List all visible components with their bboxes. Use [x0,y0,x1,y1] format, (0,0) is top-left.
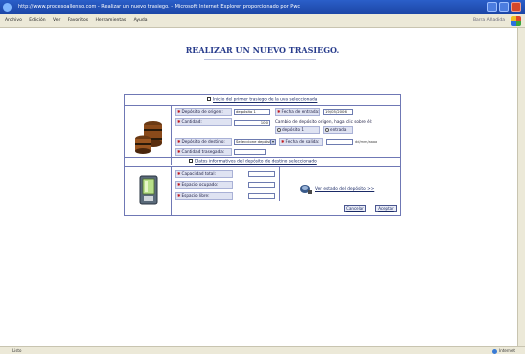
entry-date-field[interactable]: 19/05/2006 [323,109,353,115]
menu-ver[interactable]: Ver [50,14,63,28]
window-title: http://www.procesoallenso.com - Realizar… [18,4,301,10]
divider [171,105,172,165]
destination-label-text: Depósito de destino: [181,139,225,144]
tank-state-link[interactable]: Ver estado del depósito >> [315,187,374,192]
divider [125,105,400,106]
accept-button[interactable]: Aceptar [375,205,397,212]
exit-date-field[interactable] [326,139,353,145]
radio-origin-label: depósito 1 [282,127,304,132]
destination-tank-value: Seleccione depósito [236,139,274,144]
window-titlebar: http://www.procesoallenso.com - Realizar… [0,0,525,14]
transfer-form: Inicio del primer trasiego de la uva sel… [124,94,401,216]
menu-herramientas[interactable]: Herramientas [93,14,130,28]
occupied-field[interactable] [248,182,275,188]
quantity-value: 100 [260,120,268,125]
barrels-image [135,121,162,154]
internet-explorer-icon [3,3,12,12]
close-button[interactable] [511,2,521,12]
destination-label: ✱Depósito de destino: [177,139,225,144]
origin-tank-select[interactable]: depósito 1 [234,109,270,115]
divider [279,166,280,201]
page-title: REALIZAR UN NUEVO TRASIEGO. [185,45,340,55]
quantity-field[interactable]: 100 [234,120,270,126]
menu-ayuda[interactable]: Ayuda [131,14,151,28]
destination-info-link[interactable]: Datos informativos del depósito de desti… [189,159,317,165]
entry-date-label: ✱Fecha de entrada: [277,109,320,114]
divider [125,166,400,167]
menu-favoritos[interactable]: Favoritos [65,14,91,28]
title-divider [204,59,316,60]
window-controls [487,2,521,12]
occupied-label: ✱Espacio ocupado: [177,182,219,187]
capacity-label: ✱Capacidad total: [177,171,216,176]
capacity-label-text: Capacidad total: [181,171,216,176]
destination-info-link-text: Datos informativos del depósito de desti… [195,159,317,165]
origin-radio[interactable] [277,128,281,132]
tank-state-icon [300,185,312,194]
capacity-field[interactable] [248,171,275,177]
status-bar: Listo Internet [0,346,525,354]
exit-date-label: ✱Fecha de salida: [281,139,320,144]
transferred-quantity-field[interactable] [234,149,266,155]
destination-tank-select[interactable]: Seleccione depósito [234,139,276,145]
quantity-label-text: Cantidad: [181,119,202,124]
globe-icon [492,348,498,354]
occupied-label-text: Espacio ocupado: [181,182,219,187]
quantity-label: ✱Cantidad: [177,119,202,124]
radio-entry-label: entrada [330,127,347,132]
radio-origin-option[interactable]: depósito 1 [277,127,304,132]
entry-date-label-text: Fecha de entrada: [281,109,320,114]
windows-logo-icon [511,16,521,26]
tank-device-image [139,175,158,205]
first-transfer-link-text: Inicio del primer trasiego de la uva sel… [213,97,318,103]
toolbar-label[interactable]: Barra Añadida [473,14,505,28]
cancel-button[interactable]: Cancelar [344,205,366,212]
maximize-button[interactable] [499,2,509,12]
exit-date-label-text: Fecha de salida: [285,139,320,144]
entry-radio[interactable] [325,128,329,132]
entry-date-value: 19/05/2006 [325,109,347,114]
radio-entry-option[interactable]: entrada [325,127,346,132]
menu-bar: Archivo Edición Ver Favoritos Herramient… [0,14,525,28]
origin-tank-value: depósito 1 [236,109,256,114]
free-label-text: Espacio libre: [181,193,210,198]
minimize-button[interactable] [487,2,497,12]
chevron-down-icon[interactable] [270,140,275,144]
transferred-label-text: Cantidad trasegada: [181,149,225,154]
divider [171,166,172,215]
divider [125,157,400,158]
first-transfer-link[interactable]: Inicio del primer trasiego de la uva sel… [207,97,317,103]
vertical-scrollbar[interactable] [517,28,525,346]
origin-change-text: Cambio de depósito origen, haga clic sob… [275,119,373,124]
free-label: ✱Espacio libre: [177,193,210,198]
exit-date-hint: dd/mm/aaaa [355,140,378,144]
menu-edicion[interactable]: Edición [26,14,48,28]
origin-label: ✱Depósito de origen: [177,109,223,114]
first-transfer-checkbox[interactable] [207,97,211,101]
free-field[interactable] [248,193,275,199]
origin-label-text: Depósito de origen: [181,109,223,114]
transferred-label: ✱Cantidad trasegada: [177,149,225,154]
menu-archivo[interactable]: Archivo [2,14,25,28]
destination-info-checkbox[interactable] [189,159,193,163]
